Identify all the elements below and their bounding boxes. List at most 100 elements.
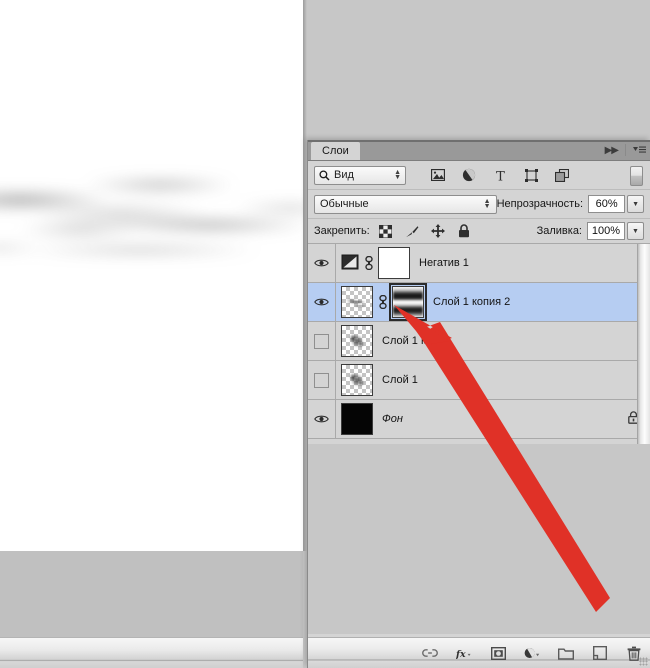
tab-divider [625,144,626,156]
eye-icon [314,298,329,306]
svg-text:fx: fx [456,648,466,659]
layer-thumbnails [336,364,373,396]
opacity-input[interactable]: 60% [588,195,626,213]
layer-list-scrollbar[interactable] [637,244,650,444]
folder-icon [558,648,574,660]
layer-visibility-toggle[interactable] [308,244,336,282]
blend-mode-stepper-icon[interactable]: ▲ ▼ [484,198,491,210]
link-layers-button[interactable] [422,645,438,661]
lock-position-icon[interactable] [430,224,445,238]
tab-layers[interactable]: Слои [311,142,360,160]
lock-image-pixels-icon[interactable] [405,224,419,238]
panel-tab-bar: Слои ▶▶ [308,140,650,161]
blend-mode-value: Обычные [320,198,369,210]
bottom-toolbar-strip [0,637,303,668]
lock-all-icon[interactable] [457,224,471,238]
type-layer-filter-icon[interactable]: T [492,167,508,183]
document-canvas[interactable] [0,0,303,551]
thumbnail-artwork [342,287,372,317]
layer-visibility-toggle[interactable] [308,400,336,438]
tab-layers-label: Слои [322,145,349,157]
opacity-label: Непрозрачность: [496,198,583,210]
fill-input[interactable]: 100% [587,222,625,240]
invert-adjustment-icon [341,254,359,270]
layer-thumbnails [336,403,373,435]
filter-kind-stepper-icon[interactable]: ▲ ▼ [394,169,401,181]
panel-menu-icon[interactable] [633,145,646,155]
layers-panel-bottom-bar: fx [308,637,650,668]
new-group-button[interactable] [558,645,574,661]
resize-grip-icon[interactable] [639,657,648,666]
layer-visibility-toggle[interactable] [308,361,336,399]
layer-content-thumbnail[interactable] [341,364,373,396]
new-layer-icon [593,646,607,660]
layer-visibility-toggle[interactable] [308,283,336,321]
workspace-background [0,551,303,637]
opacity-dropdown-arrow-icon[interactable]: ▼ [627,195,644,213]
eye-off-icon [314,333,329,349]
layer-list: Негатив 1 Слой 1 копия 2 Слой 1 копия Сл… [308,244,650,444]
link-mask-icon[interactable] [363,256,374,271]
table-row[interactable]: Негатив 1 [308,244,650,283]
layer-thumbnails [336,283,427,321]
adjustment-layer-thumbnail[interactable] [341,254,359,272]
new-layer-button[interactable] [592,645,608,661]
layer-mask-thumbnail[interactable] [378,247,410,279]
filter-kind-label: Вид [334,169,354,181]
table-row[interactable]: Слой 1 копия [308,322,650,361]
lock-row: Закрепить: Заливка: 100% ▼ [308,219,650,244]
link-icon [422,649,438,657]
new-fill-adjustment-layer-button[interactable] [524,645,540,661]
link-mask-icon[interactable] [377,295,388,310]
lock-transparent-pixels-icon[interactable] [379,224,393,238]
fill-label: Заливка: [536,225,582,237]
panel-tab-controls: ▶▶ [605,140,646,160]
blend-mode-select[interactable]: Обычные ▲ ▼ [314,194,497,214]
layer-content-thumbnail[interactable] [341,286,373,318]
lock-buttons [379,224,471,238]
lock-label: Закрепить: [314,225,370,237]
pixel-layer-filter-icon[interactable] [430,167,446,183]
filter-kind-select[interactable]: Вид ▲ ▼ [314,165,406,185]
blend-mode-row: Обычные ▲ ▼ Непрозрачность: 60% ▼ [308,190,650,219]
layer-name: Фон [382,413,403,425]
layer-content-thumbnail[interactable] [341,325,373,357]
canvas-artwork-smudge [0,130,303,290]
layer-thumbnails [336,247,410,279]
layer-mask-thumbnail[interactable] [389,283,427,321]
table-row[interactable]: Слой 1 [308,361,650,400]
layer-style-fx-button[interactable]: fx [456,645,472,661]
layer-name: Слой 1 копия [382,335,451,347]
layer-visibility-toggle[interactable] [308,322,336,360]
svg-text:T: T [496,169,505,182]
adjustment-circle-icon [524,648,540,658]
layer-name: Негатив 1 [419,257,469,269]
table-row[interactable]: Слой 1 копия 2 [308,283,650,322]
add-layer-mask-button[interactable] [490,645,506,661]
eye-off-icon [314,372,329,388]
layer-thumbnails [336,325,373,357]
layer-name: Слой 1 копия 2 [433,296,511,308]
fill-value: 100% [591,225,621,237]
thumbnail-artwork [342,326,372,356]
layer-list-empty-area [308,444,650,634]
layer-content-thumbnail[interactable] [341,403,373,435]
fill-dropdown-arrow-icon[interactable]: ▼ [627,222,644,240]
filter-enable-toggle[interactable] [630,166,643,186]
thumbnail-artwork [342,365,372,395]
magnifier-icon [319,169,330,181]
mask-artwork [393,287,423,317]
adjustment-layer-filter-icon[interactable] [461,167,477,183]
mask-icon [490,646,506,660]
opacity-value: 60% [595,198,618,210]
layer-name: Слой 1 [382,374,418,386]
layer-filter-row: Вид ▲ ▼ T [308,161,650,190]
fx-icon: fx [456,648,471,659]
table-row[interactable]: Фон [308,400,650,439]
layers-panel: Слои ▶▶ Вид ▲ ▼ T Обычные ▲ ▼ Непрозрачн… [307,140,650,668]
shape-layer-filter-icon[interactable] [523,167,539,183]
smart-object-filter-icon[interactable] [554,167,570,183]
double-chevron-right-icon[interactable]: ▶▶ [605,145,619,156]
eye-icon [314,259,329,267]
filter-type-icons: T [430,167,570,183]
